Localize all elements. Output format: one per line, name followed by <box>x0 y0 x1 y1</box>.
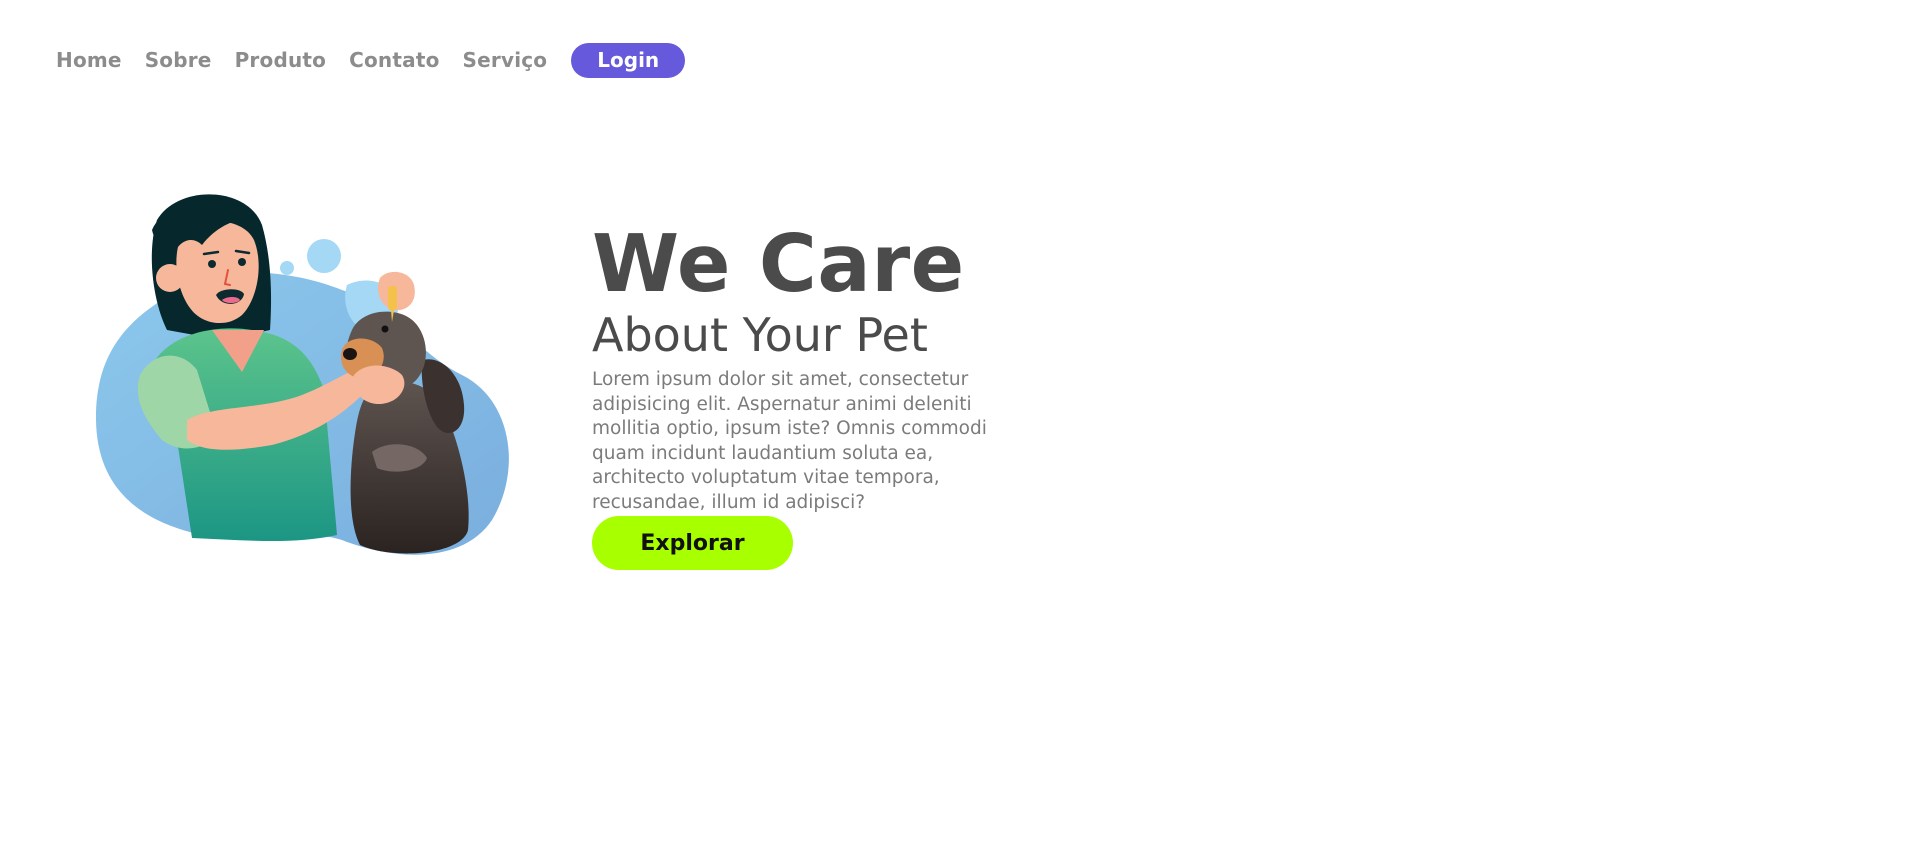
login-button[interactable]: Login <box>571 42 686 78</box>
hero-description: Lorem ipsum dolor sit amet, consectetur … <box>592 369 987 513</box>
nav-link-home[interactable]: Home <box>56 48 122 72</box>
hero-headline: We Care <box>592 218 965 310</box>
nav-link-servico[interactable]: Serviço <box>463 48 548 72</box>
hero-section: We Care About Your Pet Lorem ipsum dolor… <box>592 222 1022 570</box>
main-nav: Home Sobre Produto Contato Serviço Login <box>56 42 686 78</box>
hero-illustration <box>92 190 522 565</box>
hero-subheadline: About Your Pet <box>592 308 928 362</box>
explore-button[interactable]: Explorar <box>592 516 793 570</box>
vet-with-dog-illustration <box>95 194 509 555</box>
nav-link-sobre[interactable]: Sobre <box>145 48 212 72</box>
nav-link-contato[interactable]: Contato <box>349 48 439 72</box>
nav-link-produto[interactable]: Produto <box>235 48 327 72</box>
